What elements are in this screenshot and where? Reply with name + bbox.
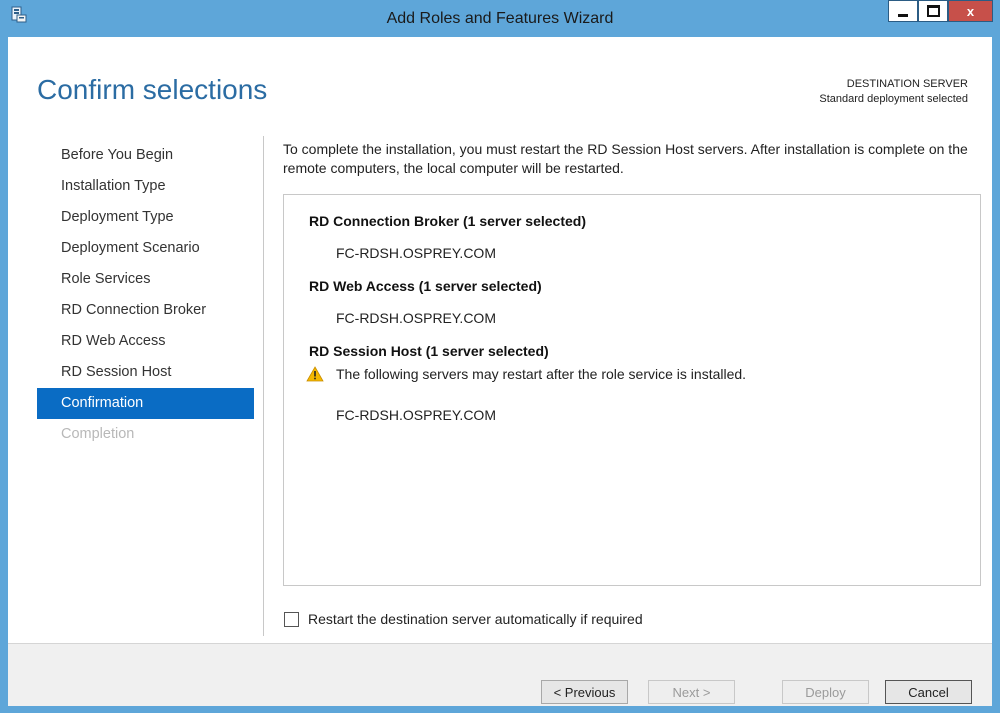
selection-summary[interactable]: RD Connection Broker (1 server selected)…: [283, 194, 981, 586]
nav-item-rd-session-host[interactable]: RD Session Host: [37, 357, 254, 388]
nav-item-installation-type[interactable]: Installation Type: [37, 171, 254, 202]
server-name: FC-RDSH.OSPREY.COM: [336, 245, 496, 261]
title-bar[interactable]: Add Roles and Features Wizard x: [0, 0, 1000, 37]
nav-item-deployment-scenario[interactable]: Deployment Scenario: [37, 233, 254, 264]
maximize-icon: [926, 5, 940, 17]
minimize-button[interactable]: [888, 0, 918, 22]
close-button[interactable]: x: [948, 0, 993, 22]
restart-warning: The following servers may restart after …: [306, 366, 746, 382]
minimize-icon: [898, 13, 908, 17]
restart-checkbox-label[interactable]: Restart the destination server automatic…: [308, 611, 643, 627]
destination-value: Standard deployment selected: [819, 93, 968, 105]
deploy-button[interactable]: Deploy: [782, 680, 869, 704]
intro-text: To complete the installation, you must r…: [283, 141, 968, 176]
close-icon: x: [966, 3, 975, 19]
group-heading-connection-broker: RD Connection Broker (1 server selected): [309, 213, 586, 229]
next-button[interactable]: Next >: [648, 680, 735, 704]
server-name: FC-RDSH.OSPREY.COM: [336, 310, 496, 326]
nav-item-deployment-type[interactable]: Deployment Type: [37, 202, 254, 233]
restart-checkbox[interactable]: [284, 611, 299, 627]
window-title: Add Roles and Features Wizard: [386, 10, 614, 27]
group-heading-session-host: RD Session Host (1 server selected): [309, 343, 549, 359]
warning-icon: [306, 366, 324, 382]
wizard-client-area: Confirm selections DESTINATION SERVER St…: [8, 37, 992, 706]
server-name: FC-RDSH.OSPREY.COM: [336, 407, 496, 423]
warning-text: The following servers may restart after …: [336, 366, 747, 382]
previous-button[interactable]: < Previous: [541, 680, 628, 704]
nav-item-rd-web-access[interactable]: RD Web Access: [37, 326, 254, 357]
cancel-button[interactable]: Cancel: [885, 680, 972, 704]
destination-label: DESTINATION SERVER: [846, 78, 968, 90]
nav-item-before-you-begin[interactable]: Before You Begin: [37, 140, 254, 171]
wizard-nav: Before You Begin Installation Type Deplo…: [37, 140, 254, 450]
group-heading-web-access: RD Web Access (1 server selected): [309, 278, 542, 294]
nav-item-rd-connection-broker[interactable]: RD Connection Broker: [37, 295, 254, 326]
destination-server: DESTINATION SERVER Standard deployment s…: [819, 77, 968, 107]
maximize-button[interactable]: [918, 0, 948, 22]
nav-item-confirmation[interactable]: Confirmation: [37, 388, 254, 419]
nav-item-completion: Completion: [61, 426, 135, 442]
nav-divider: [263, 136, 264, 636]
wizard-window: Add Roles and Features Wizard x Confirm …: [0, 0, 1000, 713]
wizard-footer: < Previous Next > Deploy Cancel: [8, 643, 992, 706]
restart-option[interactable]: Restart the destination server automatic…: [284, 611, 643, 627]
nav-item-role-services[interactable]: Role Services: [37, 264, 254, 295]
page-title: Confirm selections: [37, 74, 268, 105]
